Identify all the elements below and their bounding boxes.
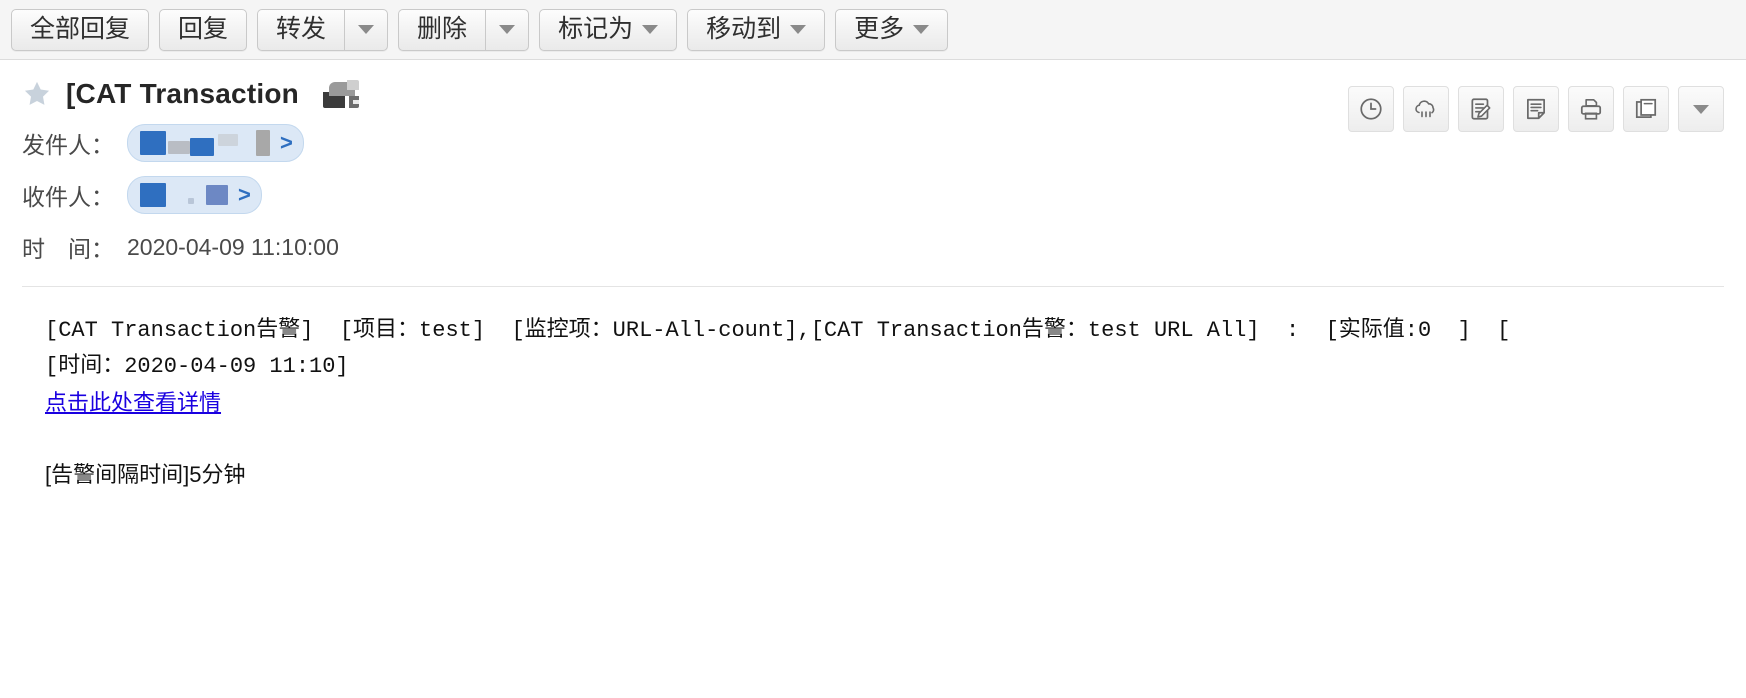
time-value: 2020-04-09 11:10:00 xyxy=(127,233,339,260)
from-expand-arrow: > xyxy=(280,130,293,155)
cloud-download-icon-button[interactable] xyxy=(1403,86,1449,132)
time-label: 时 间： xyxy=(22,236,114,262)
view-details-link[interactable]: 点击此处查看详情 xyxy=(45,390,221,415)
chevron-down-icon xyxy=(499,25,516,34)
delete-label: 删除 xyxy=(417,15,468,43)
to-row: 收件人： > xyxy=(22,176,1724,214)
clock-icon xyxy=(1360,98,1382,120)
more-button[interactable]: 更多 xyxy=(835,8,949,51)
redacted-block xyxy=(206,185,228,205)
move-to-button[interactable]: 移动到 xyxy=(687,8,826,51)
edit-note-icon-button[interactable] xyxy=(1458,86,1504,132)
note-icon-button[interactable] xyxy=(1513,86,1559,132)
to-address-chip[interactable]: > xyxy=(127,176,262,214)
page-title: [CAT Transaction xyxy=(66,78,299,109)
mail-action-toolbar: 全部回复 回复 转发 删除 标记为 移动到 更多 xyxy=(0,0,1746,60)
reply-label: 回复 xyxy=(178,15,229,43)
forward-dropdown-button[interactable] xyxy=(344,8,389,51)
redacted-block xyxy=(140,183,166,207)
redacted-block xyxy=(218,134,238,146)
chevron-down-icon xyxy=(642,25,659,34)
body-line-alert: [CAT Transaction告警] [项目：test] [监控项：URL-A… xyxy=(45,318,1511,343)
chevron-down-icon xyxy=(790,25,807,34)
mail-body: [CAT Transaction告警] [项目：test] [监控项：URL-A… xyxy=(0,287,1746,493)
delete-button-group: 删除 xyxy=(398,8,530,51)
print-icon xyxy=(1580,98,1602,120)
body-line-interval: [告警间隔时间]5分钟 xyxy=(45,462,246,487)
from-label: 发件人： xyxy=(22,132,114,158)
mail-tools-iconbar xyxy=(1348,86,1724,132)
note-icon xyxy=(1527,98,1545,120)
to-label: 收件人： xyxy=(22,184,114,210)
reply-all-label: 全部回复 xyxy=(30,15,131,43)
reply-all-button[interactable]: 全部回复 xyxy=(11,8,150,51)
chevron-down-icon xyxy=(358,25,375,34)
copy-icon xyxy=(1635,98,1657,118)
cloud-download-icon xyxy=(1415,100,1435,118)
redacted-block xyxy=(188,198,194,204)
mail-tools-more-button[interactable] xyxy=(1678,86,1724,132)
delete-dropdown-button[interactable] xyxy=(485,8,530,51)
from-address-chip[interactable]: > xyxy=(127,124,304,162)
redacted-block xyxy=(190,138,214,156)
forward-button-group: 转发 xyxy=(257,8,389,51)
star-icon[interactable] xyxy=(22,79,52,109)
redacted-block xyxy=(256,130,270,156)
delete-button[interactable]: 删除 xyxy=(398,8,486,51)
mark-as-button[interactable]: 标记为 xyxy=(539,8,678,51)
redacted-subject-image xyxy=(322,80,359,108)
copy-icon-button[interactable] xyxy=(1623,86,1669,132)
to-expand-arrow: > xyxy=(238,182,251,207)
reply-button[interactable]: 回复 xyxy=(159,8,248,51)
forward-label: 转发 xyxy=(276,15,327,43)
redacted-block xyxy=(168,141,190,154)
mail-reading-pane: 全部回复 回复 转发 删除 标记为 移动到 更多 [CAT Transactio… xyxy=(0,0,1746,698)
body-line-time: [时间：2020-04-09 11:10] xyxy=(45,354,349,379)
edit-note-icon xyxy=(1471,98,1491,120)
print-icon-button[interactable] xyxy=(1568,86,1614,132)
redacted-block xyxy=(140,131,166,155)
move-to-label: 移动到 xyxy=(706,15,782,43)
clock-icon-button[interactable] xyxy=(1348,86,1394,132)
chevron-down-icon xyxy=(913,25,930,34)
time-row: 时 间： 2020-04-09 11:10:00 xyxy=(22,230,1724,264)
mark-as-label: 标记为 xyxy=(558,15,634,43)
forward-button[interactable]: 转发 xyxy=(257,8,345,51)
more-label: 更多 xyxy=(854,15,905,43)
chevron-down-icon xyxy=(1693,104,1709,114)
